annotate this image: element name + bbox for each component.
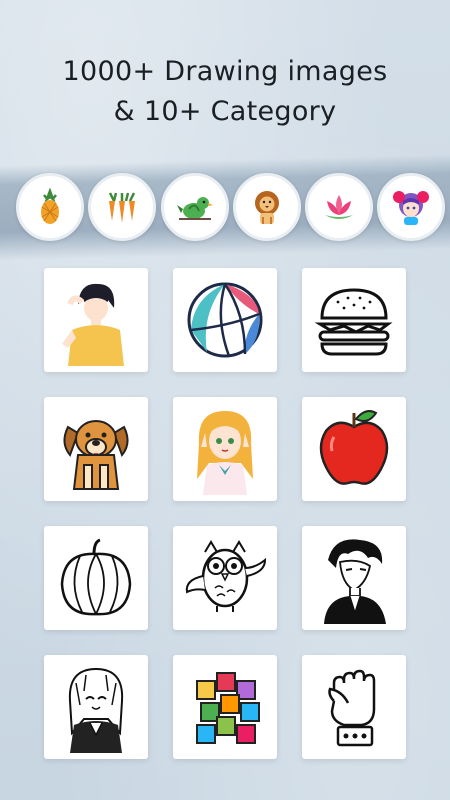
drawing-card-anime-girl[interactable]: [173, 397, 277, 501]
drawing-card-pumpkin[interactable]: [44, 526, 148, 630]
drawing-card-fist[interactable]: [302, 655, 406, 759]
drawing-card-manga-girl[interactable]: [44, 655, 148, 759]
drawing-card-apple[interactable]: [302, 397, 406, 501]
drawing-grid: [0, 0, 450, 800]
anime-boy-drawing: [62, 283, 124, 366]
apple-drawing: [319, 410, 389, 485]
manga-man-drawing: [324, 539, 386, 624]
fist-drawing: [328, 669, 376, 747]
drawing-card-owl[interactable]: [173, 526, 277, 630]
drawing-card-beach-ball[interactable]: [173, 268, 277, 372]
drawing-card-cubes[interactable]: [173, 655, 277, 759]
drawing-card-dog[interactable]: [44, 397, 148, 501]
cubes-drawing: [196, 672, 260, 744]
beach-ball-drawing: [187, 282, 263, 358]
drawing-card-anime-boy[interactable]: [44, 268, 148, 372]
pumpkin-drawing: [60, 538, 132, 616]
owl-drawing: [185, 540, 267, 612]
anime-girl-drawing: [197, 411, 253, 495]
dog-drawing: [63, 420, 129, 490]
drawing-card-manga-man[interactable]: [302, 526, 406, 630]
burger-drawing: [314, 288, 393, 356]
drawing-card-burger[interactable]: [302, 268, 406, 372]
manga-girl-drawing: [68, 667, 124, 753]
